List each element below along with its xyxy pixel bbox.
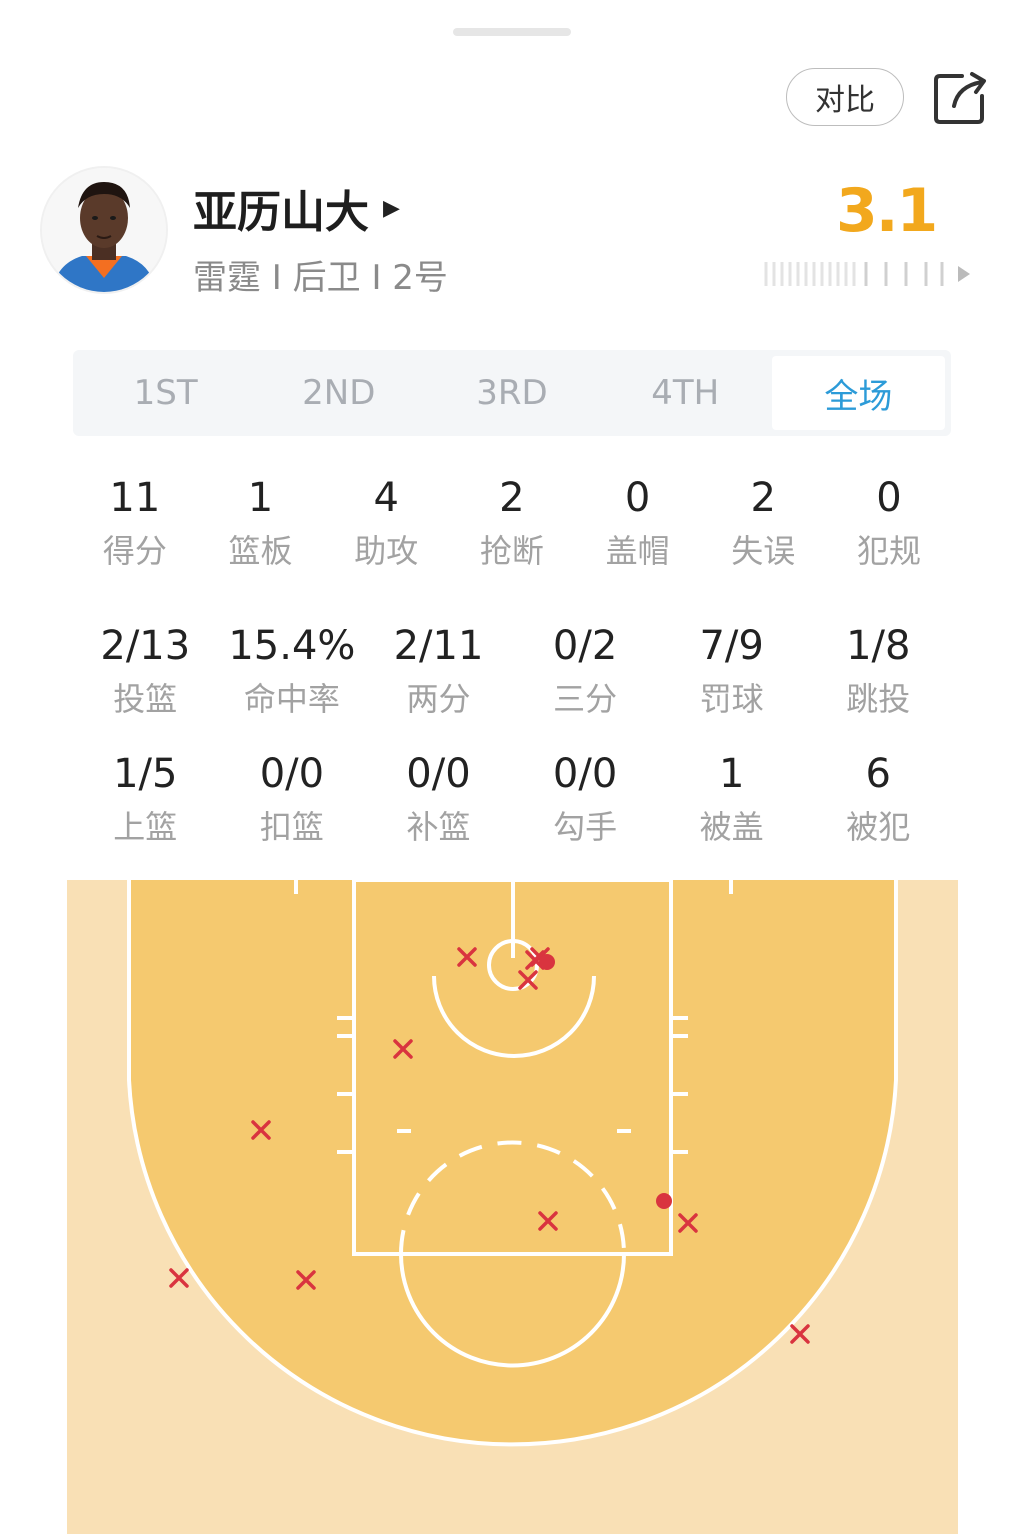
stat-label: 被犯 <box>846 808 911 846</box>
tab-3rd[interactable]: 3RD <box>425 356 598 430</box>
stat-item: 15.4% 命中率 <box>219 622 366 722</box>
stat-item: 1/5 上篮 <box>72 750 219 850</box>
stat-item: 1 被盖 <box>658 750 805 850</box>
rating-bars-icon[interactable] <box>760 258 980 290</box>
stat-item: 6 被犯 <box>805 750 952 850</box>
stat-value: 1/5 <box>113 751 178 797</box>
share-icon[interactable] <box>932 68 990 126</box>
stat-item: 1 篮板 <box>198 474 324 574</box>
compare-button[interactable]: 对比 <box>786 68 904 126</box>
shot-make-marker <box>539 954 555 970</box>
tab-1st[interactable]: 1ST <box>79 356 252 430</box>
stat-label: 篮板 <box>228 532 293 570</box>
stat-value: 2 <box>499 475 525 521</box>
stat-label: 被盖 <box>699 808 764 846</box>
stat-value: 0/0 <box>259 751 325 797</box>
player-name[interactable]: 亚历山大 ▶ <box>193 176 400 240</box>
shot-make-marker <box>656 1193 672 1209</box>
stat-item: 0/0 补篮 <box>365 750 512 850</box>
detail-stats-row: 1/5 上篮 0/0 扣篮 0/0 补篮 0/0 勾手 1 被盖 6 被犯 <box>72 750 952 850</box>
drag-handle[interactable] <box>453 28 571 36</box>
stat-value: 1 <box>247 475 274 521</box>
stat-label: 助攻 <box>354 532 419 570</box>
stat-value: 7/9 <box>699 623 764 669</box>
stat-label: 抢断 <box>479 532 544 570</box>
stat-item: 0/0 勾手 <box>512 750 659 850</box>
stat-item: 2/11 两分 <box>365 622 512 722</box>
stat-value: 0/0 <box>552 751 618 797</box>
stat-value: 0 <box>624 475 651 521</box>
stat-label: 盖帽 <box>605 532 670 570</box>
shooting-stats-row: 2/13 投篮 15.4% 命中率 2/11 两分 0/2 三分 7/9 罚球 1/8 跳投 <box>72 622 952 722</box>
stat-label: 两分 <box>406 680 471 718</box>
stat-value: 2/13 <box>100 623 191 669</box>
stat-item: 4 助攻 <box>323 474 449 574</box>
stat-item: 0 犯规 <box>826 474 952 574</box>
stat-label: 得分 <box>102 532 167 570</box>
player-avatar[interactable] <box>40 166 168 294</box>
stat-value: 0/0 <box>406 751 471 797</box>
caret-right-icon: ▶ <box>383 195 400 221</box>
stat-value: 0/2 <box>552 623 618 669</box>
stat-value: 6 <box>865 751 891 797</box>
stat-label: 失误 <box>731 532 796 570</box>
stat-item: 0/2 三分 <box>512 622 659 722</box>
stat-item: 2/13 投篮 <box>72 622 219 722</box>
stat-value: 2 <box>750 475 776 521</box>
main-stats-row: 11 得分 1 篮板 4 助攻 2 抢断 0 盖帽 2 失误 0 犯规 <box>72 474 952 574</box>
tab-full-game[interactable]: 全场 <box>771 356 946 430</box>
stat-label: 勾手 <box>553 808 618 846</box>
stat-label: 跳投 <box>846 680 911 718</box>
stat-label: 命中率 <box>243 680 340 718</box>
stat-label: 扣篮 <box>259 808 324 846</box>
stat-value: 0 <box>876 475 902 521</box>
stat-item: 2 失误 <box>700 474 826 574</box>
tab-4th[interactable]: 4TH <box>599 356 772 430</box>
stat-label: 三分 <box>553 680 618 718</box>
stat-value: 15.4% <box>228 623 356 669</box>
stat-item: 0 盖帽 <box>575 474 701 574</box>
stat-value: 4 <box>373 475 399 521</box>
stat-item: 1/8 跳投 <box>805 622 952 722</box>
stat-item: 2 抢断 <box>449 474 575 574</box>
stat-value: 1/8 <box>846 623 911 669</box>
stat-item: 7/9 罚球 <box>658 622 805 722</box>
tab-2nd[interactable]: 2ND <box>252 356 425 430</box>
stat-label: 上篮 <box>113 808 178 846</box>
stat-value: 1 <box>718 751 745 797</box>
player-name-text: 亚历山大 <box>193 187 369 238</box>
player-rating: 3.1 <box>836 176 938 246</box>
stat-label: 补篮 <box>406 808 471 846</box>
stat-label: 罚球 <box>699 680 764 718</box>
player-meta: 雷霆 I 后卫 I 2号 <box>193 258 448 298</box>
stat-item: 11 得分 <box>72 474 198 574</box>
stat-value: 2/11 <box>393 623 484 669</box>
stat-label: 犯规 <box>856 532 921 570</box>
stat-item: 0/0 扣篮 <box>219 750 366 850</box>
period-tabs: 1ST 2ND 3RD 4TH 全场 <box>73 350 951 436</box>
stat-value: 11 <box>109 475 161 521</box>
stat-label: 投篮 <box>113 680 178 718</box>
shot-chart <box>67 878 958 1534</box>
